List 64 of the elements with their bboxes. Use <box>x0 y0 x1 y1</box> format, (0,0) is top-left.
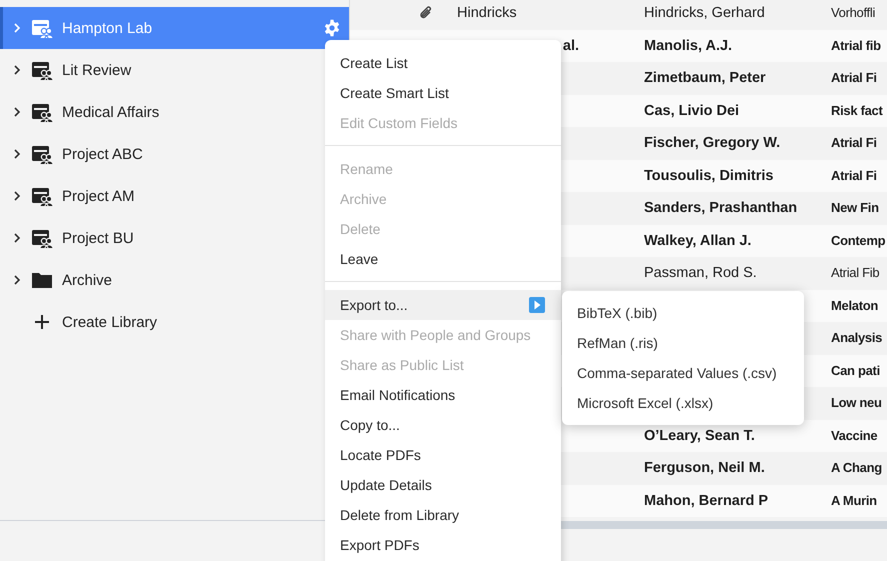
chevron-icon[interactable] <box>12 64 22 76</box>
sidebar-item[interactable]: Project ABC <box>0 133 310 175</box>
shared-library-icon <box>31 101 53 123</box>
table-cell-text: Tousoulis, Dimitris <box>643 168 774 184</box>
sidebar-item[interactable]: Archive <box>0 259 310 301</box>
table-cell-text: Risk fact <box>830 102 882 118</box>
table-cell-text: Atrial fib <box>830 38 881 53</box>
table-cell-text: Vorhoffli <box>830 5 876 20</box>
table-cell-text: Hindricks, Gerhard <box>643 5 765 22</box>
table-cell-text: Walkey, Allan J. <box>643 232 752 249</box>
shared-library-icon <box>31 185 53 207</box>
chevron-icon[interactable] <box>12 106 22 118</box>
chevron-icon[interactable] <box>12 232 22 244</box>
sidebar-item[interactable]: Create Library <box>0 301 310 343</box>
table-cell-text: Atrial Fi <box>830 168 877 183</box>
table-cell: al. <box>562 38 579 54</box>
table-cell-text: Atrial Fi <box>830 135 877 150</box>
chevron-icon[interactable] <box>12 190 22 202</box>
table-cell-text: Contemp <box>830 232 886 248</box>
table-cell-text: Cas, Livio Dei <box>643 102 740 119</box>
chevron-icon[interactable] <box>12 148 22 160</box>
table-cell: Hindricks <box>457 5 517 22</box>
table-cell-text: Mahon, Bernard P <box>643 492 768 509</box>
table-cell-text: Melaton <box>830 298 878 313</box>
menu-item[interactable]: Create Smart List <box>325 78 561 108</box>
menu-item[interactable]: Delete from Library <box>325 500 561 530</box>
sidebar-item[interactable]: Medical Affairs <box>0 91 310 133</box>
menu-item[interactable]: Copy to... <box>325 410 561 440</box>
menu-item[interactable]: RefMan (.ris) <box>562 328 804 358</box>
table-cell-text: Analysis <box>830 330 882 346</box>
sidebar-item[interactable]: Lit Review <box>0 49 310 91</box>
table-cell-text: Sanders, Prashanthan <box>643 200 798 216</box>
chevron-icon[interactable] <box>12 274 22 286</box>
menu-item[interactable]: Update Details <box>325 470 561 500</box>
shared-library-icon <box>31 59 53 81</box>
table-cell-text: A Murin <box>830 492 877 508</box>
menu-item[interactable]: Export PDFs <box>325 530 561 560</box>
table-cell-text: New Fin <box>830 200 879 216</box>
menu-item[interactable]: Create List <box>325 48 561 78</box>
menu-item[interactable]: Email Notifications <box>325 380 561 410</box>
shared-library-icon <box>31 143 53 165</box>
menu-item[interactable]: Export to... <box>325 290 561 320</box>
table-cell-text: Ferguson, Neil M. <box>643 460 765 476</box>
table-cell-text: Atrial Fi <box>830 70 877 86</box>
menu-item[interactable]: BibTeX (.bib) <box>562 298 804 328</box>
shared-library-icon <box>31 17 53 39</box>
table-cell-text: Passman, Rod S. <box>643 265 757 282</box>
shared-library-icon <box>31 227 53 249</box>
settings-icon[interactable] <box>323 19 341 37</box>
table-cell-text: Zimetbaum, Peter <box>643 70 766 86</box>
table-cell-text: Can pati <box>830 362 880 378</box>
sidebar-item[interactable]: Project AM <box>0 175 310 217</box>
sidebar-item[interactable]: Project BU <box>0 217 310 259</box>
table-cell-text: Low neu <box>830 395 882 410</box>
menu-item[interactable]: Locate PDFs <box>325 440 561 470</box>
table-cell-text: A Chang <box>830 460 882 476</box>
table-cell-text: Atrial Fib <box>830 265 880 280</box>
menu-item[interactable]: Leave <box>325 244 561 274</box>
menu-item[interactable]: Microsoft Excel (.xlsx) <box>562 388 804 418</box>
menu-item[interactable]: Comma-separated Values (.csv) <box>562 358 804 388</box>
table-cell-text: Vaccine <box>830 428 878 443</box>
table-cell-text: Manolis, A.J. <box>643 38 732 54</box>
table-cell-text: O’Leary, Sean T. <box>643 428 755 444</box>
table-cell-text: Fischer, Gregory W. <box>643 135 780 152</box>
